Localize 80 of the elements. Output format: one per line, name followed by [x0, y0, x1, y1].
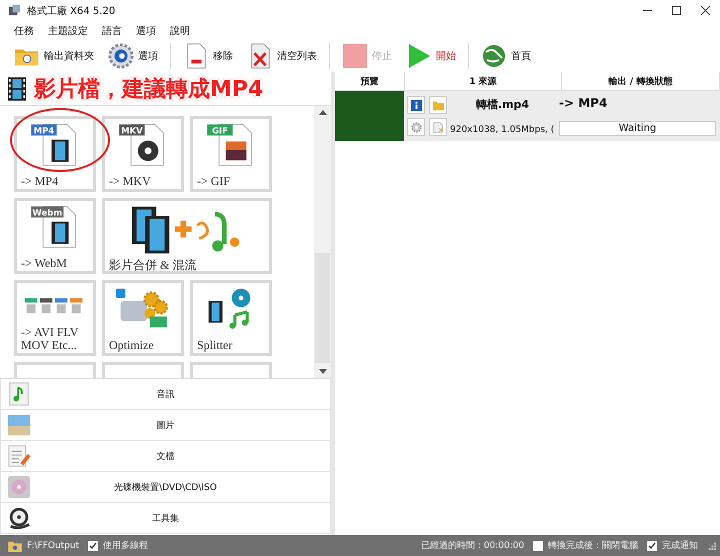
- menu-item[interactable]: 說明: [170, 24, 190, 38]
- settings-button[interactable]: [407, 118, 425, 136]
- settings-icon: [410, 122, 422, 132]
- category-button[interactable]: 光碟機裝置\DVD\CD\ISO: [0, 472, 331, 503]
- folder-icon: [8, 540, 22, 552]
- source-details: 920x1038, 1.05Mbps, (: [450, 124, 554, 135]
- category-title: 影片檔，建議轉成MP4: [34, 76, 264, 104]
- checkbox-label: 使用多線程: [103, 540, 148, 552]
- info-button[interactable]: [407, 96, 425, 114]
- play-icon: [406, 43, 432, 69]
- window-title: 格式工廠 X64 5.20: [27, 4, 116, 18]
- scroll-up-icon[interactable]: [318, 110, 326, 115]
- tile-label: -> AVI FLV MOV Etc...: [21, 326, 80, 352]
- checkbox-label: 完成通知: [662, 540, 698, 552]
- conversion-tile[interactable]: MKV -> MKV: [102, 116, 184, 192]
- tile-label: -> WebM: [21, 257, 68, 270]
- output-folder-path[interactable]: F:\FFOutput: [27, 540, 80, 550]
- scroll-thumb[interactable]: [315, 253, 330, 363]
- menu-item[interactable]: 主題設定: [48, 24, 88, 38]
- column-header[interactable]: 輸出 / 轉換狀態: [562, 72, 720, 90]
- menu-item[interactable]: 選項: [136, 24, 156, 38]
- menu-item[interactable]: 語言: [102, 24, 122, 38]
- tile-label: -> MP4: [21, 175, 60, 188]
- document-scissors-icon: [432, 122, 444, 132]
- folder-icon: [432, 100, 444, 110]
- tile-label: Splitter: [197, 339, 234, 352]
- disc-drive-icon: [7, 475, 31, 499]
- category-button[interactable]: 文檔: [0, 441, 331, 472]
- toolbar-button[interactable]: 首頁: [477, 41, 535, 71]
- tile-label: -> GIF: [197, 175, 232, 188]
- checkbox[interactable]: [533, 540, 544, 550]
- conversion-tile[interactable]: Webm -> WebM: [14, 198, 96, 274]
- stop-icon: [342, 43, 368, 69]
- conversion-tile[interactable]: Optimize: [102, 280, 184, 356]
- film-icon: [8, 76, 26, 100]
- checkbox[interactable]: [647, 540, 657, 550]
- tile-label: Optimize: [109, 339, 155, 352]
- maximize-icon[interactable]: [672, 6, 681, 15]
- close-icon[interactable]: [701, 6, 710, 15]
- conversion-tile[interactable]: -> AVI FLV MOV Etc...: [14, 280, 96, 356]
- toolbar-button[interactable]: 開始: [402, 41, 460, 71]
- category-button[interactable]: 音訊: [0, 379, 331, 410]
- toolbar-button[interactable]: 輸出資料夾: [10, 41, 98, 71]
- info-icon: [410, 100, 422, 110]
- document-pencil-icon: [7, 444, 31, 468]
- conversion-tile[interactable]: GIF -> GIF: [190, 116, 272, 192]
- status-field: Waiting: [559, 120, 716, 136]
- clip-button[interactable]: [429, 118, 447, 136]
- checkbox-label: 轉換完成後 : 關閉電腦: [548, 540, 638, 552]
- source-filename: 轉檔.mp4: [476, 97, 530, 112]
- conversion-tile[interactable]: Splitter: [190, 280, 272, 356]
- category-label: 文檔: [156, 450, 176, 462]
- toolbar-button[interactable]: 移除: [179, 41, 237, 71]
- gear-icon: [108, 43, 134, 69]
- toolbar-button[interactable]: 選項: [104, 41, 162, 71]
- landscape-icon: [7, 413, 31, 437]
- resize-grip-icon[interactable]: [707, 541, 716, 550]
- category-label: 音訊: [156, 388, 176, 400]
- category-button[interactable]: 工具集: [0, 503, 331, 534]
- globe-icon: [481, 43, 507, 69]
- category-label: 圖片: [156, 420, 176, 432]
- conversion-tile[interactable]: MP4 -> MP4: [14, 116, 96, 192]
- checkbox[interactable]: [88, 540, 98, 550]
- elapsed-time: 已經過的時間 : 00:00:00: [421, 540, 524, 552]
- menu-item[interactable]: 任務: [14, 24, 34, 38]
- video-thumbnail: [335, 91, 404, 141]
- tile-label: 影片合併 & 混流: [109, 259, 198, 272]
- app-icon: [8, 4, 21, 17]
- category-label: 光碟機裝置\DVD\CD\ISO: [113, 482, 218, 494]
- scroll-down-icon[interactable]: [318, 369, 326, 374]
- output-format: -> MP4: [559, 96, 608, 110]
- conversion-tile[interactable]: 影片合併 & 混流: [102, 198, 272, 274]
- category-button[interactable]: 圖片: [0, 410, 331, 441]
- column-header[interactable]: 1 來源: [405, 72, 562, 90]
- category-label: 工具集: [151, 512, 180, 524]
- tile-label: -> MKV: [109, 175, 152, 188]
- toolbar-button[interactable]: 清空列表: [243, 41, 321, 71]
- scrollbar[interactable]: [314, 106, 331, 378]
- column-header[interactable]: 預覽: [335, 72, 405, 90]
- music-note-icon: [7, 382, 31, 406]
